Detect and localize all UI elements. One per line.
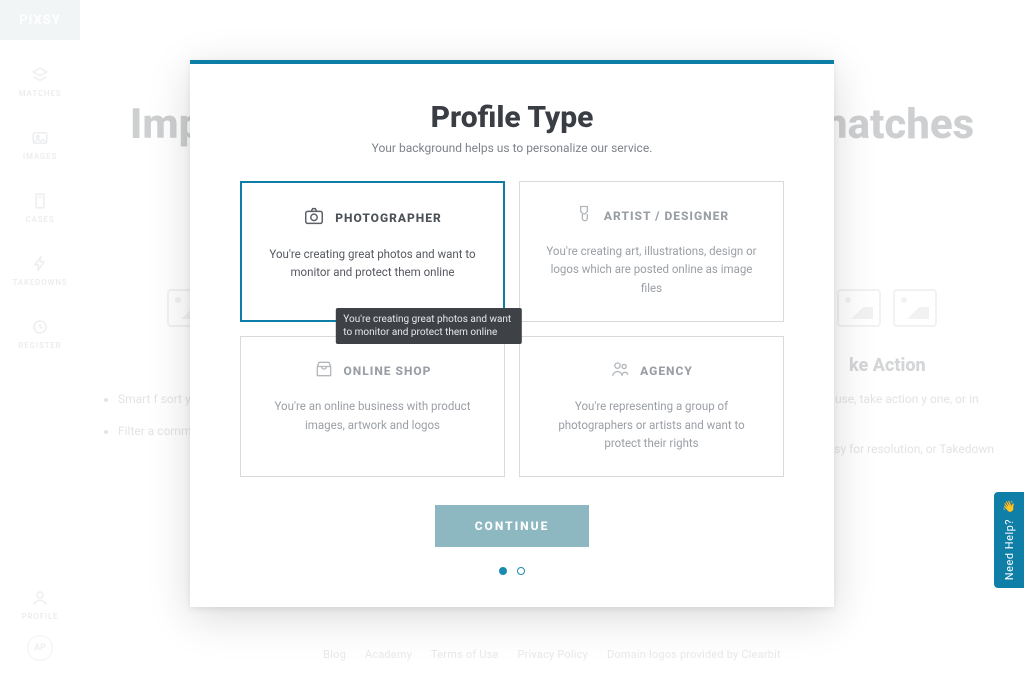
card-artist-designer[interactable]: ARTIST / DESIGNER You're creating art, i… (519, 181, 784, 322)
continue-button[interactable]: CONTINUE (435, 505, 590, 547)
card-title: ONLINE SHOP (344, 364, 432, 378)
tooltip: You're creating great photos and want to… (335, 308, 521, 344)
card-agency[interactable]: AGENCY You're representing a group of ph… (519, 336, 784, 477)
card-desc: You're an online business with product i… (259, 397, 486, 434)
card-desc: You're representing a group of photograp… (538, 397, 765, 452)
wave-icon: 👋 (1002, 500, 1016, 513)
card-title: ARTIST / DESIGNER (604, 209, 729, 223)
modal-subtitle: Your background helps us to personalize … (240, 141, 784, 155)
card-title: PHOTOGRAPHER (335, 211, 441, 225)
step-dot-1[interactable] (499, 567, 507, 575)
camera-icon (303, 205, 325, 231)
card-photographer[interactable]: PHOTOGRAPHER You're creating great photo… (240, 181, 505, 322)
need-help-tab[interactable]: 👋 Need Help? (994, 492, 1024, 588)
brush-icon (574, 204, 594, 228)
profile-type-modal: Profile Type Your background helps us to… (190, 60, 834, 607)
users-icon (610, 359, 630, 383)
step-indicator (240, 567, 784, 575)
help-label: Need Help? (1003, 519, 1016, 580)
card-online-shop[interactable]: ONLINE SHOP You're an online business wi… (240, 336, 505, 477)
modal-title: Profile Type (240, 100, 784, 135)
card-title: AGENCY (640, 364, 693, 378)
step-dot-2[interactable] (517, 567, 525, 575)
profile-type-grid: PHOTOGRAPHER You're creating great photo… (240, 181, 784, 477)
card-desc: You're creating great photos and want to… (260, 245, 485, 282)
card-desc: You're creating art, illustrations, desi… (538, 242, 765, 297)
shop-icon (314, 359, 334, 383)
